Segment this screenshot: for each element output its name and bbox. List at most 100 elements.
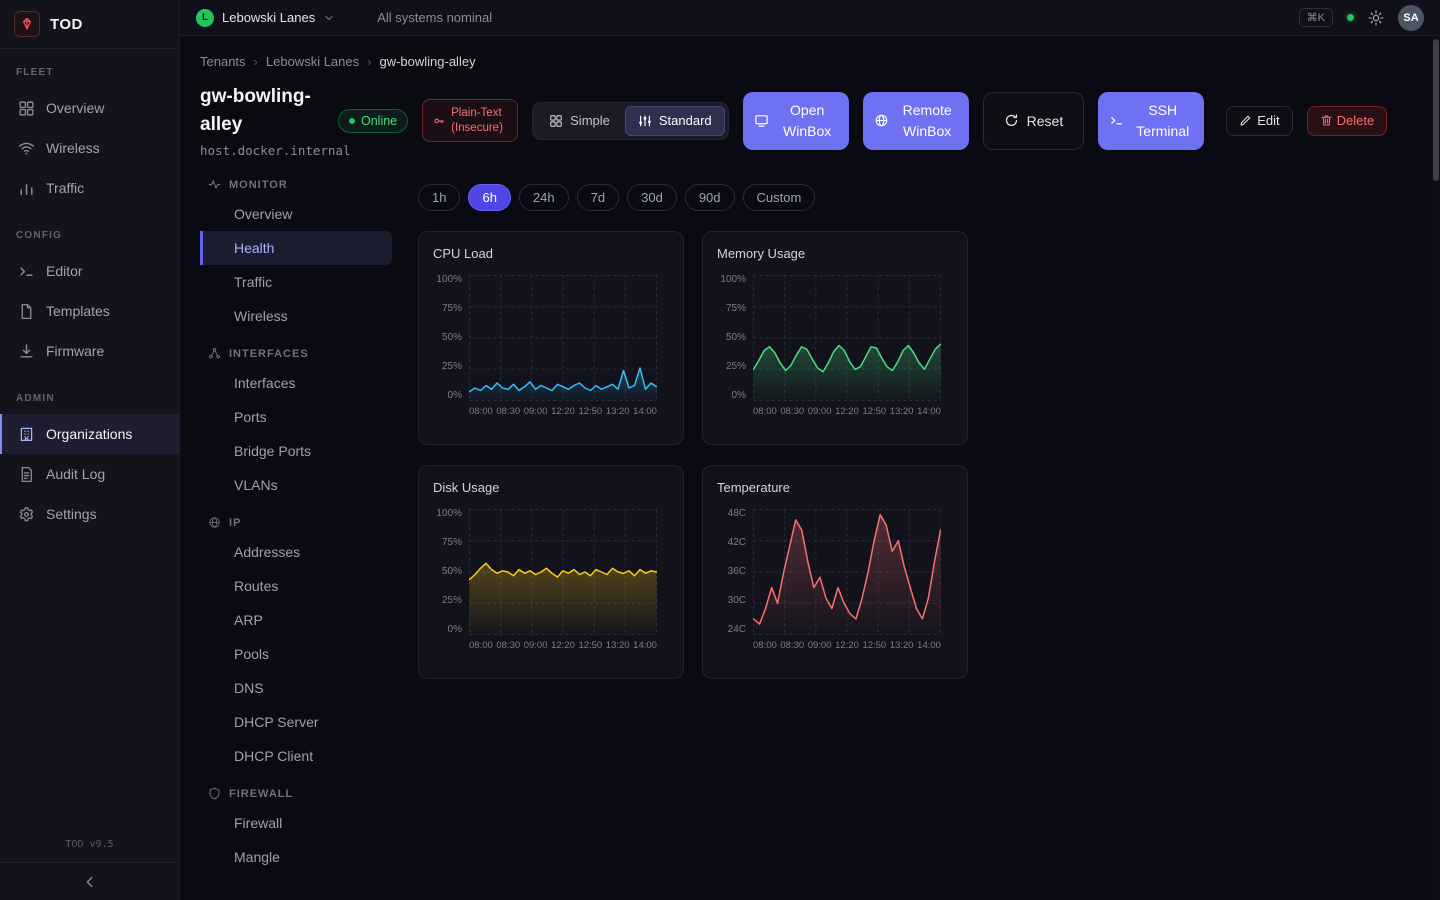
- open-winbox-button[interactable]: Open WinBox: [743, 92, 849, 150]
- breadcrumb-item-lebowski-lanes[interactable]: Lebowski Lanes: [266, 54, 359, 69]
- chart-title: Disk Usage: [433, 480, 669, 495]
- sidebar-collapse-button[interactable]: [0, 862, 179, 900]
- subnav-item-vlans[interactable]: VLANs: [200, 468, 392, 502]
- sidebar-item-firmware[interactable]: Firmware: [0, 331, 179, 371]
- device-identity: gw-bowling-alley host.docker.internal: [200, 83, 324, 158]
- subnav-item-arp[interactable]: ARP: [200, 603, 392, 637]
- subnav-item-firewall[interactable]: Firewall: [200, 806, 392, 840]
- ssh-terminal-button[interactable]: SSH Terminal: [1098, 92, 1204, 150]
- x-tick-label: 08:00: [753, 640, 777, 651]
- subnav-item-addresses[interactable]: Addresses: [200, 535, 392, 569]
- sidebar-item-organizations[interactable]: Organizations: [0, 414, 179, 454]
- delete-button[interactable]: Delete: [1307, 106, 1388, 136]
- system-status-text: All systems nominal: [377, 10, 492, 25]
- remote-winbox-button[interactable]: Remote WinBox: [863, 92, 969, 150]
- health-status-dot: [1347, 14, 1354, 21]
- x-tick-label: 14:00: [917, 640, 941, 651]
- subnav-item-dhcp-client[interactable]: DHCP Client: [200, 739, 392, 773]
- subnav-item-health[interactable]: Health: [200, 231, 392, 265]
- breadcrumb-item-tenants[interactable]: Tenants: [200, 54, 246, 69]
- time-range-7d[interactable]: 7d: [577, 184, 619, 211]
- view-mode-toggle: Simple Standard: [532, 102, 729, 140]
- edit-button[interactable]: Edit: [1226, 106, 1292, 136]
- device-header: gw-bowling-alley host.docker.internal On…: [200, 83, 1416, 158]
- y-tick-label: 50%: [442, 333, 462, 343]
- x-tick-label: 12:20: [551, 640, 575, 651]
- x-tick-label: 12:50: [578, 640, 602, 651]
- sidebar-item-editor[interactable]: Editor: [0, 251, 179, 291]
- x-tick-label: 12:20: [835, 640, 859, 651]
- chart-title: Memory Usage: [717, 246, 953, 261]
- sidebar-item-label: Overview: [46, 100, 104, 116]
- subnav-section-text: MONITOR: [229, 179, 288, 191]
- sidebar-item-wireless[interactable]: Wireless: [0, 128, 179, 168]
- x-axis-labels: 08:0008:3009:0012:2012:5013:2014:00: [753, 406, 941, 417]
- subnav-item-bridge-ports[interactable]: Bridge Ports: [200, 434, 392, 468]
- y-axis-labels: 100%75%50%25%0%: [433, 509, 469, 635]
- subnav-item-overview[interactable]: Overview: [200, 197, 392, 231]
- subnav-item-ports[interactable]: Ports: [200, 400, 392, 434]
- download-icon: [18, 343, 35, 360]
- chart-card-temperature: Temperature48C42C36C30C24C08:0008:3009:0…: [702, 465, 968, 679]
- terminal-icon: [18, 263, 35, 280]
- y-tick-label: 25%: [726, 362, 746, 372]
- scrollbar-track[interactable]: [1432, 37, 1440, 900]
- y-tick-label: 50%: [442, 567, 462, 577]
- time-range-selector: 1h 6h 24h 7d 30d 90d Custom: [418, 184, 968, 211]
- tenant-switcher[interactable]: L Lebowski Lanes: [196, 9, 335, 27]
- time-range-6h[interactable]: 6h: [468, 184, 510, 211]
- time-range-90d[interactable]: 90d: [685, 184, 735, 211]
- sidebar-item-traffic[interactable]: Traffic: [0, 168, 179, 208]
- time-range-1h[interactable]: 1h: [418, 184, 460, 211]
- subnav-item-mangle[interactable]: Mangle: [200, 840, 392, 874]
- subnav-item-dns[interactable]: DNS: [200, 671, 392, 705]
- y-tick-label: 50%: [726, 333, 746, 343]
- reset-button[interactable]: Reset: [983, 92, 1085, 150]
- user-avatar[interactable]: SA: [1398, 5, 1424, 31]
- subnav-item-pools[interactable]: Pools: [200, 637, 392, 671]
- content-row: MONITOROverviewHealthTrafficWirelessINTE…: [200, 176, 1416, 874]
- ssh-terminal-label: SSH Terminal: [1132, 100, 1193, 141]
- scrollbar-thumb[interactable]: [1433, 39, 1439, 181]
- sidebar-section-admin: ADMINOrganizationsAudit LogSettings: [0, 393, 179, 534]
- trash-icon: [1320, 114, 1333, 127]
- sidebar-section-config: CONFIGEditorTemplatesFirmware: [0, 230, 179, 371]
- x-tick-label: 13:20: [890, 406, 914, 417]
- time-range-24h[interactable]: 24h: [519, 184, 569, 211]
- chart-title: Temperature: [717, 480, 953, 495]
- x-tick-label: 08:30: [780, 640, 804, 651]
- y-tick-label: 75%: [442, 538, 462, 548]
- breadcrumb-separator-icon: ›: [367, 54, 371, 69]
- mode-simple-button[interactable]: Simple: [536, 106, 623, 136]
- time-range-custom[interactable]: Custom: [743, 184, 816, 211]
- subnav-item-traffic[interactable]: Traffic: [200, 265, 392, 299]
- sidebar-item-overview[interactable]: Overview: [0, 88, 179, 128]
- x-axis-labels: 08:0008:3009:0012:2012:5013:2014:00: [469, 406, 657, 417]
- sidebar-item-settings[interactable]: Settings: [0, 494, 179, 534]
- subnav-section-text: FIREWALL: [229, 788, 293, 800]
- gear-icon: [18, 506, 35, 523]
- subnav-item-dhcp-server[interactable]: DHCP Server: [200, 705, 392, 739]
- sidebar-item-label: Templates: [46, 303, 110, 319]
- mode-standard-label: Standard: [659, 113, 712, 128]
- theme-toggle-sun-icon[interactable]: [1368, 10, 1384, 26]
- remote-winbox-label: Remote WinBox: [897, 100, 958, 141]
- time-range-30d[interactable]: 30d: [627, 184, 677, 211]
- app-logo-row: TOD: [0, 0, 179, 49]
- chart-body: 100%75%50%25%0%: [433, 275, 669, 401]
- y-tick-label: 24C: [728, 625, 746, 635]
- sidebar-item-audit-log[interactable]: Audit Log: [0, 454, 179, 494]
- mode-standard-button[interactable]: Standard: [625, 106, 725, 136]
- subnav-item-interfaces[interactable]: Interfaces: [200, 366, 392, 400]
- sidebar: TOD FLEETOverviewWirelessTrafficCONFIGEd…: [0, 0, 180, 900]
- security-badge: Plain-Text (Insecure): [422, 99, 518, 142]
- subnav-item-wireless[interactable]: Wireless: [200, 299, 392, 333]
- chart-card-cpu-load: CPU Load100%75%50%25%0%08:0008:3009:0012…: [418, 231, 684, 445]
- page-title: gw-bowling-alley: [200, 83, 324, 139]
- sidebar-item-templates[interactable]: Templates: [0, 291, 179, 331]
- command-palette-shortcut[interactable]: ⌘K: [1299, 8, 1333, 27]
- x-tick-label: 12:50: [862, 406, 886, 417]
- y-tick-label: 100%: [720, 275, 746, 285]
- subnav-item-routes[interactable]: Routes: [200, 569, 392, 603]
- status-badge: Online: [338, 109, 408, 133]
